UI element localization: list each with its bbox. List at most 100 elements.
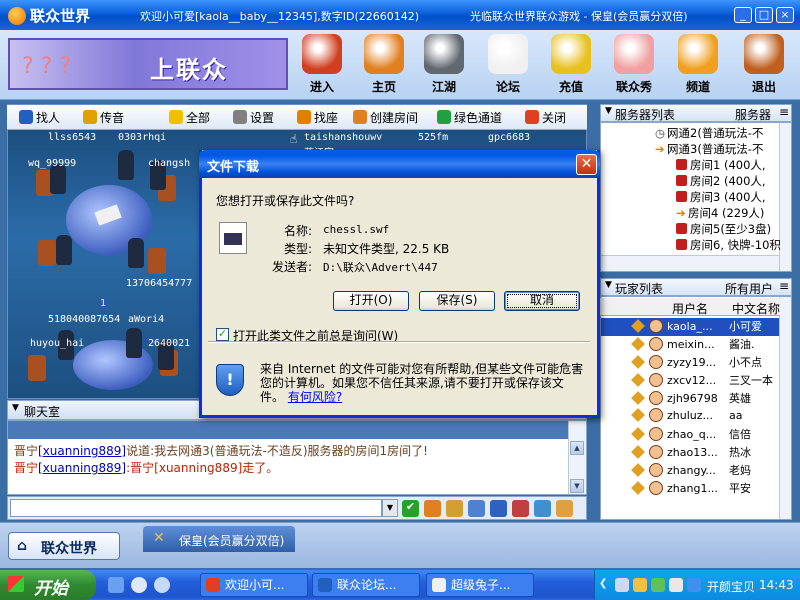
maximize-button[interactable]: □ [755, 7, 773, 23]
menu-lines-icon[interactable]: ≡ [779, 279, 789, 293]
what-is-risk-link[interactable]: 有何风险? [288, 390, 342, 404]
whisper-icon[interactable] [468, 500, 485, 517]
scroll-up-button[interactable]: ▲ [570, 441, 584, 455]
tray-expand-icon[interactable]: ❮ [599, 578, 607, 589]
room-node[interactable]: 房间3 (400人, [676, 189, 766, 205]
home-tab-button[interactable]: ⌂ 联众世界 [8, 532, 120, 560]
quicklaunch-desktop-icon[interactable] [108, 577, 124, 593]
send-check-icon[interactable]: ✔ [402, 500, 419, 517]
server-menu[interactable]: 服务器 [735, 106, 771, 123]
taskbar-window-button[interactable]: 联众论坛... [312, 573, 420, 597]
tray-network-icon[interactable] [669, 578, 683, 592]
player-filter-menu[interactable]: 所有用户 [725, 280, 773, 297]
toolbar-joystick-button[interactable]: 进入 [294, 34, 350, 96]
quicklaunch-media-icon[interactable] [154, 577, 170, 593]
room-node[interactable]: 房间6, 快牌-10积 [676, 237, 781, 253]
always-ask-checkbox[interactable]: ✓ [216, 328, 229, 341]
collapse-arrow-icon[interactable]: ▼ [12, 403, 19, 413]
chat-scrollbar[interactable]: ▲ ▼ [568, 421, 586, 494]
collapse-arrow-icon[interactable]: ▼ [605, 106, 612, 116]
player-row[interactable]: meixin... 酱油. [601, 336, 779, 354]
dialog-title-bar[interactable]: 文件下载 [199, 150, 600, 178]
room-node[interactable]: 房间2 (400人, [676, 173, 766, 189]
server-hscrollbar[interactable] [601, 255, 779, 271]
room-tool-star[interactable]: 全部 [169, 109, 210, 127]
settings-small-icon[interactable] [556, 500, 573, 517]
server-node[interactable]: ➔ 网通3(普通玩法-不 [655, 141, 763, 157]
close-window-button[interactable]: × [776, 7, 794, 23]
player-name: wq_99999 [28, 158, 77, 169]
collapse-arrow-icon[interactable]: ▼ [605, 280, 612, 290]
chair[interactable] [148, 248, 166, 274]
room-tool-green-channel[interactable]: 绿色通道 [437, 109, 502, 127]
room-node[interactable]: ➔ 房间4 (229人) [676, 205, 764, 221]
gift-icon[interactable] [424, 500, 441, 517]
room-tool-pencil[interactable]: 找座 [297, 109, 338, 127]
wrench-icon [233, 110, 247, 124]
chat-input[interactable] [10, 499, 382, 517]
column-username[interactable]: 用户名 [672, 300, 708, 317]
tray-volume-icon[interactable] [687, 578, 701, 592]
room-tool-wrench[interactable]: 设置 [233, 109, 274, 127]
player-row[interactable]: kaola_... 小可爱 [601, 318, 779, 336]
emote-icon[interactable] [446, 500, 463, 517]
tray-app-icon[interactable] [615, 578, 629, 592]
player-list-header[interactable]: ▼ 玩家列表 所有用户 ≡ [600, 278, 792, 296]
chat-sender[interactable]: 晋宁 [14, 461, 38, 475]
file-sender-label: 发送者: [272, 260, 313, 274]
tray-app-icon[interactable] [651, 578, 665, 592]
toolbar-coins-button[interactable]: 充值 [543, 34, 599, 96]
cancel-button[interactable]: 取消 [504, 291, 580, 311]
quicklaunch-ie-icon[interactable] [131, 577, 147, 593]
pencil-icon [297, 110, 311, 124]
toolbar-swords-button[interactable]: 江湖 [416, 34, 472, 96]
toolbar-house-button[interactable]: 主页 [356, 34, 412, 96]
player-row[interactable]: zhuluz... aa [601, 408, 779, 426]
banner-ad[interactable]: ? ? ? 上联众 [8, 38, 288, 90]
room-node[interactable]: 房间5(至少3盘) [676, 221, 771, 237]
room-node[interactable]: 房间1 (400人, [676, 157, 766, 173]
player-row[interactable]: zhang1... 平安 [601, 480, 779, 498]
server-icon: ◷ [655, 126, 666, 140]
chat-sender[interactable]: 晋宁 [14, 444, 38, 458]
toolbar-bbs-cup-button[interactable]: 论坛 [480, 34, 536, 96]
player-row[interactable]: zhao_q... 信倍 [601, 426, 779, 444]
game-room-tab[interactable]: ✕ 保皇(会员赢分双倍) [143, 526, 295, 552]
font-color-icon[interactable] [512, 500, 529, 517]
scroll-down-button[interactable]: ▼ [570, 479, 584, 493]
player-row[interactable]: zjh96798 英雄 [601, 390, 779, 408]
minimize-button[interactable]: _ [734, 7, 752, 23]
toolbar-doll-button[interactable]: 联众秀 [606, 34, 662, 96]
menu-lines-icon[interactable]: ≡ [779, 105, 789, 119]
server-list-header[interactable]: ▼ 服务器列表 服务器 ≡ [600, 104, 792, 122]
open-button[interactable]: 打开(O) [333, 291, 409, 311]
taskbar-window-button[interactable]: 超级兔子... [426, 573, 534, 597]
room-tool-find-person[interactable]: 找人 [19, 109, 60, 127]
clear-chat-icon[interactable] [534, 500, 551, 517]
chair[interactable] [28, 355, 46, 381]
player-username: zhangy... [667, 464, 716, 477]
room-tool-house-add[interactable]: 创建房间 [353, 109, 418, 127]
toolbar-door-button[interactable]: 退出 [736, 34, 792, 96]
server-node[interactable]: ◷ 网通2(普通玩法-不 [655, 125, 763, 141]
tray-app-icon[interactable] [633, 578, 647, 592]
player-scrollbar[interactable] [779, 297, 791, 519]
room-tool-close-circle[interactable]: 关闭 [525, 109, 566, 127]
start-button[interactable]: 开始 [0, 570, 96, 600]
chat-dropdown-button[interactable]: ▼ [382, 499, 398, 517]
player-row[interactable]: zyzy19... 小不点 [601, 354, 779, 372]
toolbar-tv-button[interactable]: 频道 [670, 34, 726, 96]
room-tool-megaphone[interactable]: 传音 [83, 109, 124, 127]
chat-sender-id[interactable]: [xuanning889] [38, 461, 126, 475]
clock[interactable]: 14:43 [759, 578, 794, 592]
save-button[interactable]: 保存(S) [419, 291, 495, 311]
dialog-close-button[interactable]: ✕ [576, 154, 597, 175]
player-row[interactable]: zxcv12... 三叉一本 [601, 372, 779, 390]
chair[interactable] [38, 240, 56, 266]
column-chinese-name[interactable]: 中文名称 [732, 300, 780, 317]
chat-sender-id[interactable]: [xuanning889] [38, 444, 126, 458]
player-row[interactable]: zhao13... 热冰 [601, 444, 779, 462]
bbs-icon[interactable] [490, 500, 507, 517]
taskbar-window-button[interactable]: 欢迎小可... [200, 573, 308, 597]
player-row[interactable]: zhangy... 老妈 [601, 462, 779, 480]
